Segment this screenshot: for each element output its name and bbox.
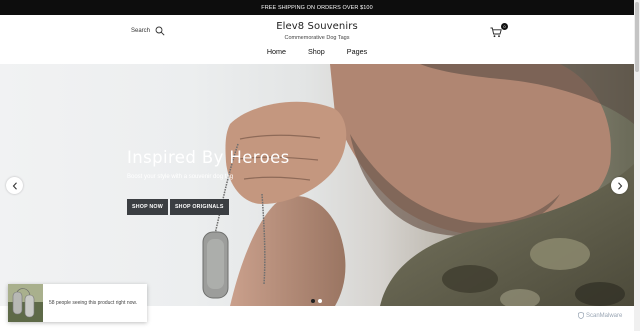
hero-title: Inspired By Heroes: [127, 148, 290, 167]
hero-image: [202, 64, 634, 306]
cart-button[interactable]: 0: [490, 23, 508, 38]
watermark: ScanMalware: [578, 312, 622, 319]
popup-message: 58 people seeing this product right now.: [49, 300, 138, 306]
main-nav: Home Shop Pages: [0, 47, 634, 56]
chevron-right-icon: [617, 181, 622, 190]
prev-slide-button[interactable]: [6, 177, 23, 194]
hero-slider: Inspired By Heroes Boost your style with…: [0, 64, 634, 306]
chevron-left-icon: [12, 181, 17, 190]
brand-name[interactable]: Elev8 Souvenirs: [0, 21, 634, 32]
nav-home[interactable]: Home: [267, 47, 286, 56]
hero-buttons: SHOP NOW SHOP ORIGINALS: [127, 199, 229, 215]
nav-shop[interactable]: Shop: [308, 47, 325, 56]
shop-originals-button[interactable]: SHOP ORIGINALS: [169, 199, 229, 215]
scrollbar-thumb[interactable]: [635, 2, 639, 72]
slider-pagination: [311, 299, 322, 303]
announcement-text: FREE SHIPPING ON ORDERS OVER $100: [261, 4, 373, 11]
nav-pages[interactable]: Pages: [347, 47, 367, 56]
announcement-bar: FREE SHIPPING ON ORDERS OVER $100: [0, 0, 634, 15]
site-header: Search Elev8 Souvenirs Commemorative Dog…: [0, 15, 634, 64]
watermark-text: ScanMalware: [586, 312, 623, 319]
slide-dot-1[interactable]: [311, 299, 315, 303]
shop-now-button[interactable]: SHOP NOW: [127, 199, 168, 215]
cart-icon: [490, 27, 502, 38]
popup-product-thumbnail: [8, 284, 43, 322]
cart-count-badge: 0: [501, 23, 508, 30]
social-proof-popup[interactable]: 58 people seeing this product right now.: [8, 284, 147, 322]
page-scrollbar[interactable]: [634, 0, 640, 331]
shield-icon: [578, 312, 584, 319]
brand-tagline: Commemorative Dog Tags: [284, 35, 350, 41]
next-slide-button[interactable]: [611, 177, 628, 194]
hero-subtitle: Boost your style with a souvenir dog tag: [127, 174, 234, 180]
slide-dot-2[interactable]: [318, 299, 322, 303]
brand[interactable]: Elev8 Souvenirs Commemorative Dog Tags: [0, 21, 634, 41]
